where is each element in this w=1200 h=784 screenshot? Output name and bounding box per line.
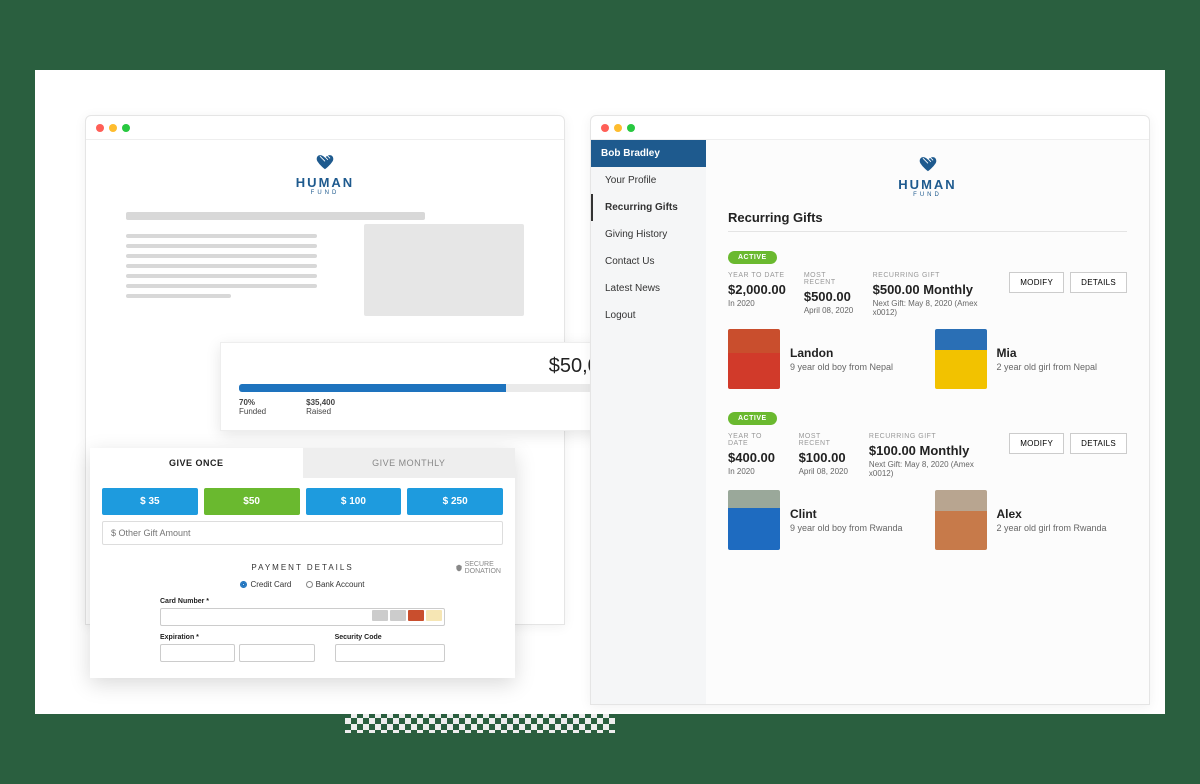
card-brand-icons — [372, 610, 442, 621]
tab-give-once[interactable]: GIVE ONCE — [90, 448, 303, 478]
security-code-input[interactable] — [335, 644, 445, 662]
other-amount-input[interactable] — [102, 521, 503, 545]
sidebar-item-profile[interactable]: Your Profile — [591, 167, 706, 194]
window-controls — [86, 116, 564, 140]
expiration-month-select[interactable] — [160, 644, 235, 662]
brand-logo: HUMAN FUND — [86, 140, 564, 202]
child-card[interactable]: Mia 2 year old girl from Nepal — [935, 329, 1128, 389]
raised-value: $35,400 — [306, 398, 335, 407]
close-icon[interactable] — [601, 124, 609, 132]
amount-100-button[interactable]: $ 100 — [306, 488, 402, 515]
modify-button[interactable]: MODIFY — [1009, 433, 1064, 454]
sidebar-item-contact[interactable]: Contact Us — [591, 248, 706, 275]
brand-sub: FUND — [86, 190, 564, 196]
minimize-icon[interactable] — [614, 124, 622, 132]
amount-50-button[interactable]: $50 — [204, 488, 300, 515]
amount-35-button[interactable]: $ 35 — [102, 488, 198, 515]
gift-block: ACTIVE YEAR TO DATE $400.00 In 2020 MOST… — [728, 407, 1127, 550]
donor-portal-window: Bob Bradley Your Profile Recurring Gifts… — [590, 115, 1150, 705]
heart-icon — [86, 154, 564, 175]
percent-funded: 70% Funded — [239, 398, 266, 416]
content-placeholder — [86, 202, 564, 324]
sidebar: Bob Bradley Your Profile Recurring Gifts… — [591, 140, 706, 704]
minimize-icon[interactable] — [109, 124, 117, 132]
heart-icon — [728, 156, 1127, 177]
ytd-value: $2,000.00 — [728, 282, 786, 297]
main-content: HUMAN FUND Recurring Gifts ACTIVE YEAR T… — [706, 140, 1149, 704]
maximize-icon[interactable] — [627, 124, 635, 132]
child-card[interactable]: Landon 9 year old boy from Nepal — [728, 329, 921, 389]
window-controls — [591, 116, 1149, 140]
brand-name: HUMAN — [86, 175, 564, 190]
sidebar-item-history[interactable]: Giving History — [591, 221, 706, 248]
expiration-year-select[interactable] — [239, 644, 314, 662]
amount-250-button[interactable]: $ 250 — [407, 488, 503, 515]
expiration-label: Expiration * — [160, 634, 315, 641]
payment-details-header: PAYMENT DETAILS — [251, 563, 353, 572]
percent-value: 70% — [239, 398, 266, 407]
progress-bar — [239, 384, 621, 392]
status-badge: ACTIVE — [728, 412, 777, 425]
donation-form: GIVE ONCE GIVE MONTHLY $ 35 $50 $ 100 $ … — [90, 448, 515, 678]
sidebar-item-news[interactable]: Latest News — [591, 275, 706, 302]
progress-fill — [239, 384, 506, 392]
gift-block: ACTIVE YEAR TO DATE $2,000.00 In 2020 MO… — [728, 246, 1127, 389]
maximize-icon[interactable] — [122, 124, 130, 132]
tab-give-monthly[interactable]: GIVE MONTHLY — [303, 448, 516, 478]
section-title: Recurring Gifts — [728, 210, 1127, 232]
recent-value: $500.00 — [804, 289, 855, 304]
radio-bank-account[interactable]: Bank Account — [306, 580, 365, 589]
status-badge: ACTIVE — [728, 251, 777, 264]
child-photo — [728, 329, 780, 389]
child-card[interactable]: Clint 9 year old boy from Rwanda — [728, 490, 921, 550]
sidebar-item-logout[interactable]: Logout — [591, 302, 706, 329]
card-number-label: Card Number * — [160, 598, 445, 605]
sidebar-item-recurring[interactable]: Recurring Gifts — [591, 194, 706, 221]
secure-donation-badge: SECURE DONATION — [455, 561, 501, 575]
goal-amount: $50,000 — [239, 355, 621, 378]
close-icon[interactable] — [96, 124, 104, 132]
brand-logo: HUMAN FUND — [728, 154, 1127, 210]
child-photo — [935, 490, 987, 550]
percent-label: Funded — [239, 407, 266, 416]
security-code-label: Security Code — [335, 634, 445, 641]
details-button[interactable]: DETAILS — [1070, 272, 1127, 293]
child-photo — [728, 490, 780, 550]
modify-button[interactable]: MODIFY — [1009, 272, 1064, 293]
user-name: Bob Bradley — [591, 140, 706, 167]
child-card[interactable]: Alex 2 year old girl from Rwanda — [935, 490, 1128, 550]
recurring-value: $500.00 Monthly — [873, 282, 992, 297]
details-button[interactable]: DETAILS — [1070, 433, 1127, 454]
radio-credit-card[interactable]: Credit Card — [240, 580, 291, 589]
raised-label: Raised — [306, 407, 331, 416]
amount-raised: $35,400 Raised — [306, 398, 335, 416]
child-photo — [935, 329, 987, 389]
funding-goal-card: $50,000 70% Funded $35,400 Raised — [220, 342, 640, 431]
